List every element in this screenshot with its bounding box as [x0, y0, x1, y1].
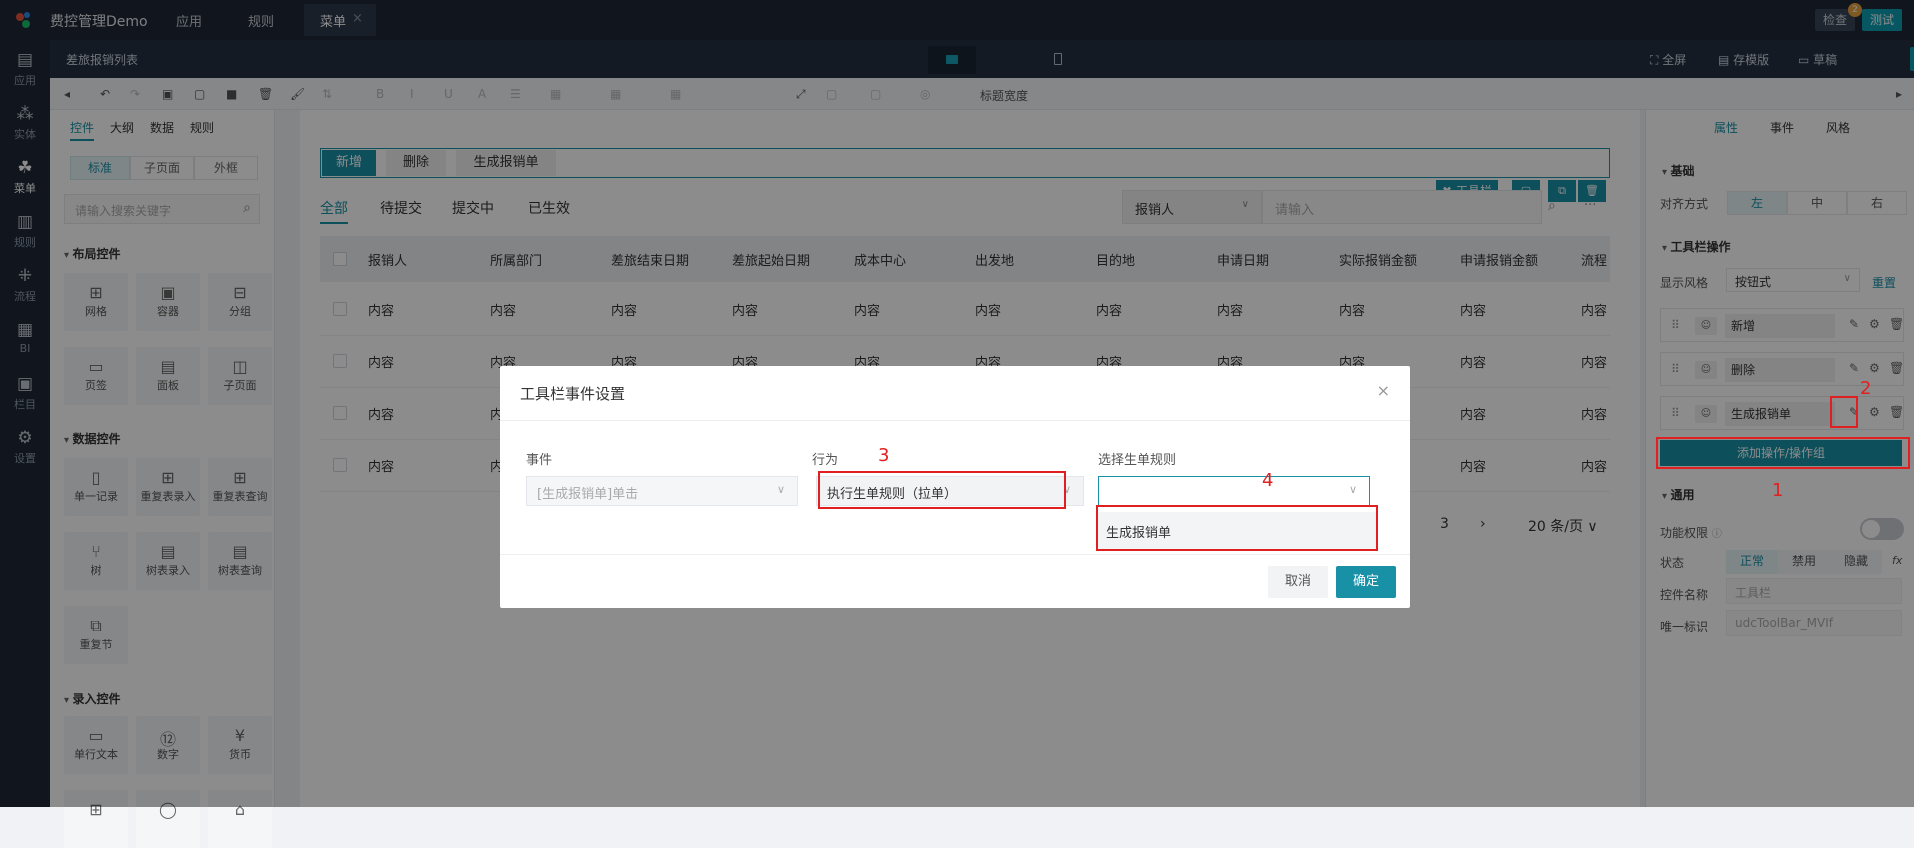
annotation-box-2 — [1830, 396, 1858, 428]
chevron-up-icon: ∨ — [1348, 483, 1357, 496]
annotation-number-1: 1 — [1772, 480, 1784, 501]
event-value: [生成报销单]单击 — [537, 487, 639, 502]
dialog-title: 工具栏事件设置 — [520, 385, 626, 403]
event-label: 事件 — [526, 453, 553, 468]
rule-label: 选择生单规则 — [1098, 453, 1177, 468]
annotation-box-1 — [1656, 437, 1910, 469]
divider — [500, 420, 1410, 421]
annotation-box-3 — [818, 471, 1066, 509]
rule-select[interactable]: ∨ — [1098, 476, 1370, 506]
chevron-down-icon: ∨ — [776, 483, 785, 496]
close-icon[interactable]: × — [1377, 381, 1390, 400]
event-select[interactable]: [生成报销单]单击 ∨ — [526, 476, 798, 506]
divider — [500, 554, 1410, 555]
annotation-number-2: 2 — [1860, 378, 1872, 399]
annotation-number-3: 3 — [878, 445, 890, 466]
behavior-label: 行为 — [812, 453, 839, 468]
annotation-box-4 — [1096, 505, 1378, 551]
ok-button[interactable]: 确定 — [1336, 566, 1396, 598]
annotation-number-4: 4 — [1262, 470, 1274, 491]
cancel-button[interactable]: 取消 — [1268, 566, 1328, 598]
